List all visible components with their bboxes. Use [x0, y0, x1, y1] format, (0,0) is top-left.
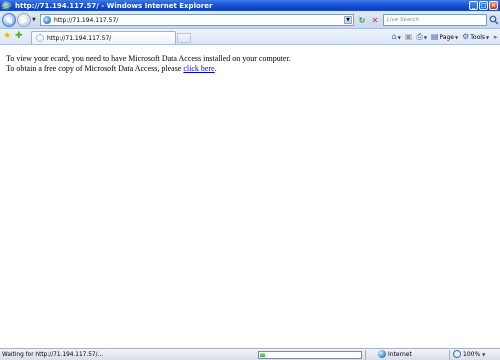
zoom-level: 100% — [463, 350, 481, 358]
stop-button[interactable]: ✕ — [369, 14, 381, 26]
tab-label: http://71.194.117.57/ — [47, 34, 112, 42]
address-bar[interactable]: http://71.194.117.57/ ▼ — [40, 14, 354, 26]
window-title: http://71.194.117.57/ - Windows Internet… — [15, 1, 213, 10]
maximize-button[interactable]: □ — [479, 1, 488, 10]
message-line-2: To obtain a free copy of Microsoft Data … — [6, 64, 291, 74]
chevron-down-icon: ▼ — [397, 34, 401, 40]
print-icon: ⎙ — [416, 32, 423, 41]
address-input[interactable]: http://71.194.117.57/ — [54, 17, 118, 24]
ecard-message: To view your ecard, you need to have Mic… — [6, 54, 291, 74]
command-bar: ⌂ ▼ ▣ ⎙ ▼ ▤ Page ▼ ⚙ Tools ▼ » — [392, 31, 497, 43]
tools-menu-label: Tools — [470, 33, 486, 41]
minimize-button[interactable]: _ — [469, 1, 478, 10]
search-input[interactable]: Live Search — [387, 17, 419, 23]
status-text: Waiting for http://71.194.117.57/... — [2, 351, 104, 358]
back-arrow-icon: ◀ — [5, 15, 13, 25]
page-icon: ▤ — [430, 32, 439, 41]
search-icon — [489, 15, 499, 25]
favorites-star-icon[interactable]: ★ — [3, 32, 11, 41]
ie-icon — [2, 1, 11, 10]
loading-icon — [36, 34, 44, 42]
address-dropdown-button[interactable]: ▼ — [344, 16, 352, 24]
tab-current[interactable]: http://71.194.117.57/ — [31, 31, 176, 44]
feeds-button[interactable]: ▣ — [405, 33, 413, 41]
zoom-control[interactable]: 100% ▼ — [453, 350, 485, 358]
chevron-down-icon: ▼ — [482, 351, 486, 357]
loading-progress-bar — [258, 351, 362, 359]
refresh-icon: ↻ — [358, 15, 366, 25]
address-toolbar: ◀ ▶ ▼ http://71.194.117.57/ ▼ ↻ ✕ Live S… — [0, 11, 500, 29]
feeds-icon: ▣ — [404, 32, 413, 41]
add-favorites-icon[interactable]: ✚ — [15, 32, 23, 41]
refresh-button[interactable]: ↻ — [356, 14, 368, 26]
window-titlebar: http://71.194.117.57/ - Windows Internet… — [0, 0, 500, 11]
chevron-down-icon: ▼ — [346, 17, 350, 23]
message-line-1: To view your ecard, you need to have Mic… — [6, 54, 291, 63]
chevron-down-icon: ▼ — [486, 34, 490, 40]
search-button[interactable] — [489, 15, 499, 25]
message-line-2-prefix: To obtain a free copy of Microsoft Data … — [6, 64, 184, 73]
globe-icon — [378, 350, 386, 358]
status-separator — [449, 350, 450, 360]
forward-button[interactable]: ▶ — [17, 13, 31, 27]
minimize-icon: _ — [472, 1, 475, 9]
chevron-down-icon: ▼ — [455, 34, 459, 40]
zoom-icon — [453, 350, 461, 358]
close-icon: × — [490, 1, 497, 9]
toolbar-overflow-chevron[interactable]: » — [493, 34, 497, 41]
print-button[interactable]: ⎙ ▼ — [416, 33, 426, 41]
progress-fill — [260, 353, 265, 357]
zone-label: Internet — [388, 350, 412, 358]
page-menu-label: Page — [439, 33, 454, 41]
tab-toolbar: ★ ✚ http://71.194.117.57/ ⌂ ▼ ▣ ⎙ ▼ ▤ Page ▼… — [0, 29, 500, 45]
back-button[interactable]: ◀ — [2, 13, 16, 27]
security-zone[interactable]: Internet — [378, 350, 412, 358]
status-separator — [365, 350, 366, 360]
tools-menu[interactable]: ⚙ Tools ▼ — [462, 33, 489, 41]
status-bar: Waiting for http://71.194.117.57/... Int… — [0, 348, 500, 360]
message-line-2-suffix: . — [214, 64, 217, 73]
page-menu[interactable]: ▤ Page ▼ — [431, 33, 458, 41]
close-button[interactable]: × — [489, 1, 498, 10]
forward-arrow-icon: ▶ — [20, 15, 28, 25]
tools-gear-icon: ⚙ — [462, 32, 470, 41]
maximize-icon: □ — [480, 1, 487, 9]
page-content: To view your ecard, you need to have Mic… — [0, 46, 500, 348]
new-tab-button[interactable] — [177, 33, 191, 43]
window-controls: _ □ × — [469, 1, 498, 10]
click-here-link[interactable]: click here — [183, 64, 214, 73]
home-button[interactable]: ⌂ ▼ — [392, 33, 401, 41]
home-icon: ⌂ — [391, 32, 397, 41]
page-favicon-icon — [43, 16, 51, 24]
stop-icon: ✕ — [371, 15, 379, 25]
chevron-down-icon: ▼ — [423, 34, 427, 40]
recent-pages-dropdown[interactable]: ▼ — [32, 17, 36, 23]
search-box[interactable]: Live Search — [383, 14, 487, 26]
